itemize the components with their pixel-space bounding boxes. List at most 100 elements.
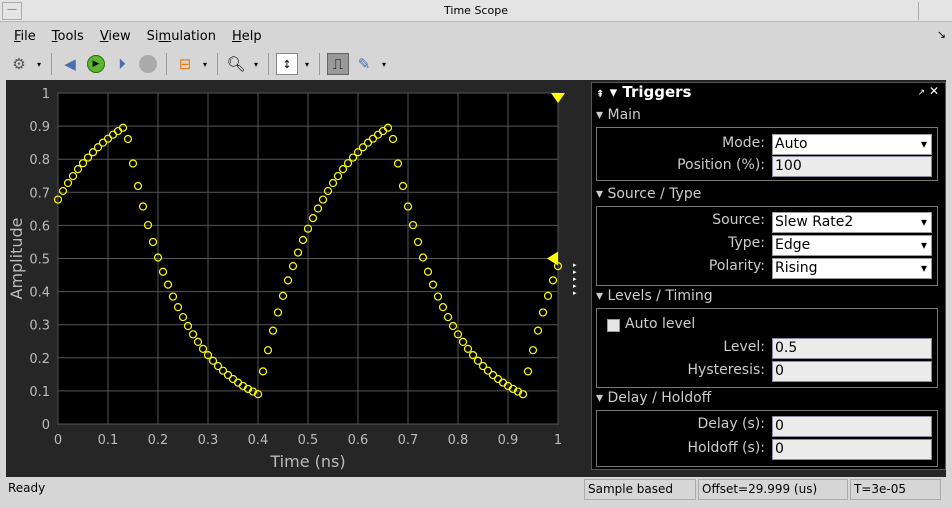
menu-bar: File Tools View Simulation Help	[6, 26, 270, 48]
section-label: Delay / Holdoff	[607, 390, 712, 406]
step-forward-icon[interactable]: ⏵	[111, 53, 133, 75]
y-tick-label: 0.8	[29, 153, 50, 168]
status-bar: Ready Sample based Offset=29.999 (us) T=…	[0, 478, 952, 502]
settings-icon[interactable]: ⚙	[8, 53, 30, 75]
menu-label: Simulation	[146, 29, 216, 44]
x-tick-label: 0.8	[448, 433, 469, 448]
close-icon[interactable]: ✕	[929, 84, 939, 98]
mode-select[interactable]: Auto	[772, 134, 932, 155]
type-select[interactable]: Edge	[772, 235, 932, 256]
x-tick-label: 1	[554, 433, 562, 448]
panel-controls: ↗ ✕	[918, 84, 939, 98]
menu-simulation[interactable]: Simulation	[139, 26, 224, 48]
window-menu-button[interactable]: —	[2, 2, 22, 20]
y-tick-label: 0	[42, 418, 50, 433]
pin-icon[interactable]: ⇞	[596, 89, 604, 100]
menu-file[interactable]: File	[6, 26, 44, 48]
stop-icon[interactable]	[137, 53, 159, 75]
y-tick-label: 0.9	[29, 120, 50, 135]
status-mode: Sample based	[584, 479, 696, 500]
triggers-panel: ⇞ ▾ Triggers ↗ ✕ ▾ Main Mode: Auto Posit…	[591, 82, 946, 470]
delay-value: 0	[775, 418, 784, 434]
hysteresis-value: 0	[775, 363, 784, 379]
undock-icon[interactable]: ↗	[918, 88, 926, 98]
level-label: Level:	[723, 339, 765, 355]
scope-plot[interactable]: 0 0.1 0.2 0.3 0.4 0.5 0.6 0.7 0.8 0.9 1 0 0.1 0.2 0.3 0…	[0, 80, 580, 480]
x-tick-label: 0.7	[398, 433, 419, 448]
status-time: T=3e-05	[850, 479, 941, 500]
title-bar: Time Scope	[0, 0, 952, 22]
menu-help[interactable]: Help	[224, 26, 270, 48]
type-label: Type:	[728, 235, 765, 251]
mode-label: Mode:	[722, 135, 765, 151]
status-offset: Offset=29.999 (us)	[698, 479, 848, 500]
autoscale-icon[interactable]: ↕	[276, 53, 298, 75]
source-group: Source: Slew Rate2 Type: Edge Polarity: …	[596, 206, 938, 286]
auto-level-checkbox[interactable]	[607, 319, 620, 332]
mode-value: Auto	[775, 136, 808, 152]
section-source-type[interactable]: ▾ Source / Type	[596, 186, 701, 202]
run-icon[interactable]: ▶	[85, 53, 107, 75]
zoom-in-icon[interactable]: 🔍︎	[225, 53, 247, 75]
polarity-value: Rising	[775, 260, 818, 276]
x-tick-label: 0.4	[248, 433, 269, 448]
x-tick-label: 0	[54, 433, 62, 448]
menu-tools[interactable]: Tools	[44, 26, 92, 48]
source-select[interactable]: Slew Rate2	[772, 212, 932, 233]
position-value: 100	[775, 158, 802, 174]
separator	[268, 53, 269, 75]
autoscale-dropdown[interactable]: ▾	[302, 60, 312, 69]
signal-dropdown[interactable]: ▾	[200, 60, 210, 69]
menu-label: Tools	[51, 29, 84, 44]
type-value: Edge	[775, 237, 811, 253]
y-tick-label: 0.7	[29, 186, 50, 201]
section-delay-holdoff[interactable]: ▾ Delay / Holdoff	[596, 390, 711, 406]
x-tick-label: 0.2	[148, 433, 169, 448]
signal-icon[interactable]: ⊟	[174, 53, 196, 75]
position-input[interactable]: 100	[772, 156, 932, 177]
zoom-dropdown[interactable]: ▾	[251, 60, 261, 69]
polarity-select[interactable]: Rising	[772, 258, 932, 279]
y-tick-label: 0.5	[29, 253, 50, 268]
step-back-icon[interactable]: ◀	[59, 53, 81, 75]
level-input[interactable]: 0.5	[772, 338, 932, 359]
x-tick-label: 0.5	[298, 433, 319, 448]
main-group: Mode: Auto Position (%): 100	[596, 127, 938, 181]
menu-label: View	[99, 29, 131, 44]
menu-label: File	[14, 29, 36, 44]
dock-icon[interactable]: ↘	[937, 28, 946, 41]
source-label: Source:	[712, 212, 765, 228]
y-tick-label: 1	[42, 87, 50, 102]
delay-input[interactable]: 0	[772, 416, 932, 437]
menu-view[interactable]: View	[92, 26, 139, 48]
maximize-button[interactable]	[918, 2, 932, 20]
polarity-label: Polarity:	[708, 258, 765, 274]
panel-header: ⇞ ▾ Triggers	[596, 83, 692, 101]
hysteresis-label: Hysteresis:	[687, 362, 765, 378]
collapsed-panels-icon[interactable]: ▸ ▸ ▸ ▸ ▸	[573, 262, 577, 297]
x-tick-label: 0.9	[498, 433, 519, 448]
hysteresis-input[interactable]: 0	[772, 361, 932, 382]
delay-group: Delay (s): 0 Holdoff (s): 0	[596, 410, 938, 467]
y-tick-label: 0.4	[29, 286, 50, 301]
measure-dropdown[interactable]: ▾	[379, 60, 389, 69]
menu-label: Help	[231, 29, 262, 44]
separator	[51, 53, 52, 75]
section-label: Levels / Timing	[607, 288, 713, 304]
toolbar: ⚙ ▾ ◀ ▶ ⏵ ⊟ ▾ 🔍︎ ▾ ↕ ▾ ⎍ ✎ ▾	[6, 50, 946, 78]
holdoff-input[interactable]: 0	[772, 439, 932, 460]
holdoff-value: 0	[775, 441, 784, 457]
measure-icon[interactable]: ✎	[353, 53, 375, 75]
y-axis-label: Amplitude	[7, 218, 26, 300]
status-text: Ready	[8, 481, 46, 495]
y-tick-label: 0.3	[29, 319, 50, 334]
window-title: Time Scope	[444, 4, 508, 17]
y-tick-label: 0.6	[29, 219, 50, 234]
settings-dropdown[interactable]: ▾	[34, 60, 44, 69]
holdoff-label: Holdoff (s):	[687, 440, 765, 456]
section-label: Main	[607, 107, 641, 123]
level-value: 0.5	[775, 340, 798, 356]
trigger-icon[interactable]: ⎍	[327, 53, 349, 75]
section-levels-timing[interactable]: ▾ Levels / Timing	[596, 288, 713, 304]
section-main[interactable]: ▾ Main	[596, 107, 641, 123]
